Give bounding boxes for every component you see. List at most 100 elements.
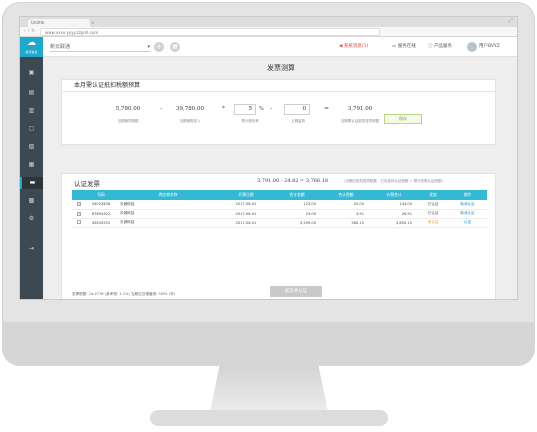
browser-tabbar: Untitle × (20, 17, 517, 27)
invoice-total: 26.91 (370, 209, 418, 219)
invoice-number: 45632553 (86, 218, 116, 228)
checkbox-checked-icon[interactable]: ✓ (77, 202, 81, 207)
table-row[interactable]: 45632553 长城科技 2017-06-01 3,295.00 560.15… (72, 218, 487, 228)
product-service-link[interactable]: ⓘ 产品服务 (428, 43, 452, 51)
chat-icon: ▭ (392, 44, 397, 49)
app-logo[interactable]: ☁ 航天信息 (20, 37, 43, 57)
monitor-base (150, 410, 388, 426)
invoice-date: 2017-06-01 (220, 200, 272, 210)
window-resize-icon[interactable]: ⤢ (508, 17, 513, 25)
company-select-value: 新云联通 (50, 44, 71, 50)
user-name: 用户BVYZ (479, 44, 500, 49)
column-header: 号码 (86, 190, 116, 200)
company-select[interactable]: 新云联通 ▾ (50, 42, 150, 52)
income-value: 39,780.00 (176, 106, 204, 112)
grid-icon[interactable]: ▦ (170, 42, 180, 52)
sales-tax-caption: 当期销项税额 (117, 119, 139, 123)
invoice-total: 143.00 (370, 200, 418, 210)
url-bar: ‹ › ↻ www.xxxx.yyyy.zzpnh.com ⤢ (20, 17, 517, 37)
save-button[interactable]: 保存 (384, 114, 422, 124)
logo-text: 航天信息 (25, 50, 38, 54)
invoice-date: 2017-06-01 (220, 218, 272, 228)
checkbox-header (72, 190, 86, 200)
result-value: 3,791.00 (347, 106, 373, 112)
certify-link[interactable]: 认证 (448, 218, 487, 228)
carry-input[interactable]: 0 (284, 104, 310, 115)
column-header: 供应商名称 (116, 190, 220, 200)
invoice-icon[interactable]: ▬ (20, 177, 43, 189)
result-caption: 当期需认证抵扣进项税额 (340, 119, 380, 123)
cancel-certify-link[interactable]: 取消认证 (448, 200, 487, 210)
monitor-chin (2, 322, 535, 366)
document-icon[interactable]: ▢ (20, 123, 43, 135)
browser-tab-title: Untitle (31, 20, 45, 25)
invoice-total: 3,855.15 (370, 218, 418, 228)
printer-icon[interactable]: ▩ (20, 195, 43, 207)
exit-icon[interactable]: ⇥ (20, 243, 43, 255)
invoice-table: 号码 供应商名称 开票日期 合计金额 合计税额 价税合计 状态 操作 ✓ 540… (72, 190, 487, 228)
checkbox-unchecked-icon[interactable] (77, 220, 81, 224)
invoice-number: 54023456 (86, 200, 116, 210)
column-header: 操作 (448, 190, 487, 200)
cancel-certify-link[interactable]: 取消认证 (448, 209, 487, 219)
avatar[interactable] (467, 42, 477, 52)
invoice-card: 认证发票 3,791.00 - 24.82 = 3,766.18 (当期应抵扣进… (61, 173, 496, 299)
row-checkbox[interactable]: ✓ (72, 209, 86, 219)
table-header-row: 号码 供应商名称 开票日期 合计金额 合计税额 价税合计 状态 操作 (72, 190, 487, 200)
sidebar: ▣ ▤ ▥ ▢ ▧ ▦ ▬ ▩ ⚙ ⇥ (20, 57, 43, 299)
column-header: 开票日期 (220, 190, 272, 200)
invoice-tax: 560.15 (322, 218, 370, 228)
add-icon[interactable]: + (154, 42, 164, 52)
user-menu[interactable]: 用户BVYZ (479, 43, 500, 51)
column-header: 价税合计 (370, 190, 418, 200)
calendar-icon[interactable]: ▦ (20, 159, 43, 171)
home-icon[interactable]: ▣ (20, 67, 43, 79)
table-row[interactable]: ✓ 87654322 长城科技 2017-06-01 23.00 3.91 26… (72, 209, 487, 219)
submit-certify-button[interactable]: 提交并认证 (270, 286, 322, 297)
column-header: 合计金额 (272, 190, 322, 200)
equals-operator: = (324, 105, 330, 112)
cloud-icon: ☁ (27, 38, 36, 48)
invoice-tax: 3.91 (322, 209, 370, 219)
invoice-hint: (当期应抵扣进项税额 - 已勾选待认证税额 = 预计还需认证税额) (344, 179, 443, 183)
estimate-heading: 本月需认证抵扣税额预算 (62, 80, 495, 92)
multiply-operator: * (222, 105, 225, 112)
url-field[interactable]: www.xxxx.yyyy.zzpnh.com (40, 28, 380, 36)
nav-arrows-icon[interactable]: ‹ › ↻ (24, 28, 35, 34)
close-icon[interactable]: × (91, 19, 94, 27)
checkbox-checked-icon[interactable]: ✓ (77, 211, 81, 216)
browser-tab[interactable]: Untitle × (28, 19, 94, 27)
app-header: ☁ 航天信息 新云联通 ▾ + ▦ ◀ 系统消息(1) ▭ 服务在线 ⓘ 产品服… (20, 37, 517, 57)
bar-chart-icon[interactable]: ▥ (20, 105, 43, 117)
sales-tax-value: 5,780.00 (115, 106, 141, 112)
service-online-link[interactable]: ▭ 服务在线 (392, 43, 416, 51)
supplier-name: 长城科技 (116, 200, 220, 210)
product-service-label: 产品服务 (433, 44, 452, 49)
system-message-link[interactable]: ◀ 系统消息(1) (339, 43, 368, 51)
supplier-name: 长城科技 (116, 218, 220, 228)
clipboard-icon[interactable]: ▧ (20, 141, 43, 153)
monitor-illustration: Untitle × ‹ › ↻ www.xxxx.yyyy.zzpnh.com … (0, 0, 537, 432)
column-header: 状态 (418, 190, 448, 200)
minus-operator: - (160, 105, 163, 112)
chart-icon[interactable]: ▤ (20, 87, 43, 99)
bell-icon: ◀ (339, 44, 343, 49)
invoice-amount: 3,295.00 (272, 218, 322, 228)
settings-icon[interactable]: ⚙ (20, 213, 43, 225)
status-badge: 已认证 (418, 209, 448, 219)
minus-operator-2: - (270, 105, 273, 112)
system-message-label: 系统消息(1) (343, 44, 369, 49)
column-header: 合计税额 (322, 190, 370, 200)
carry-caption: 上期留抵 (291, 119, 305, 123)
service-online-label: 服务在线 (397, 44, 416, 49)
help-icon: ⓘ (428, 44, 433, 49)
table-row[interactable]: ✓ 54023456 长城科技 2017-06-01 123.00 20.00 … (72, 200, 487, 210)
row-checkbox[interactable]: ✓ (72, 200, 86, 210)
supplier-name: 长城科技 (116, 209, 220, 219)
income-caption: 当期销售收入 (179, 119, 201, 123)
invoice-amount: 23.00 (272, 209, 322, 219)
rate-input[interactable]: 5 (234, 104, 256, 115)
rate-unit: % (259, 106, 264, 112)
chevron-down-icon: ▾ (147, 44, 150, 50)
row-checkbox[interactable] (72, 218, 86, 228)
